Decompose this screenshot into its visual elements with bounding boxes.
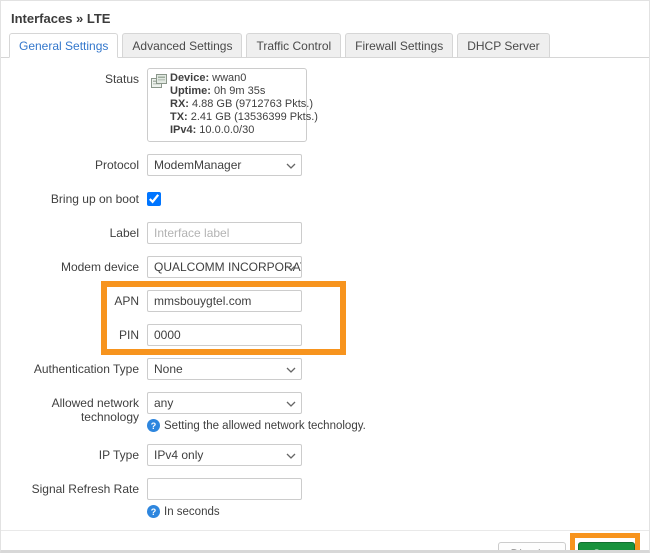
tab-bar: General Settings Advanced Settings Traff… [1,26,649,58]
field-label-pin: PIN [1,324,147,342]
tab-firewall-settings[interactable]: Firewall Settings [345,33,453,58]
form-row-status: Status Device:wwan0 Uptime:0h 9m 35s [1,68,649,142]
field-label-label: Label [1,222,147,240]
ip-type-select-value: IPv4 only [154,448,203,462]
chevron-down-icon [286,401,296,407]
network-technology-select[interactable]: any [147,392,302,414]
page-title: Interfaces » LTE [1,1,649,26]
network-technology-help: ? Setting the allowed network technology… [147,419,366,432]
modal-footer: Dismiss Save [1,530,649,553]
save-button[interactable]: Save [578,542,635,553]
field-label-signal-refresh-rate: Signal Refresh Rate [1,478,147,496]
help-icon: ? [147,505,160,518]
chevron-down-icon [286,453,296,459]
form-row-modem-device: Modem device QUALCOMM INCORPORATE [1,256,649,278]
network-technology-select-value: any [154,396,173,410]
status-line-tx: TX:2.41 GB (13536399 Pkts.) [170,111,318,124]
signal-refresh-rate-help: ? In seconds [147,505,302,518]
authentication-type-select-value: None [154,362,183,376]
save-button-group: Save [578,542,635,553]
general-settings-form: Status Device:wwan0 Uptime:0h 9m 35s [1,58,649,518]
field-label-modem-device: Modem device [1,256,147,274]
field-label-apn: APN [1,290,147,308]
tab-traffic-control[interactable]: Traffic Control [246,33,341,58]
status-lines: Device:wwan0 Uptime:0h 9m 35s RX:4.88 GB… [170,72,318,137]
help-text: Setting the allowed network technology. [164,420,366,432]
protocol-select[interactable]: ModemManager [147,154,302,176]
modem-device-select-value: QUALCOMM INCORPORATE [154,260,302,274]
field-label-bring-up-on-boot: Bring up on boot [1,188,147,206]
field-label-ip-type: IP Type [1,444,147,462]
dismiss-button[interactable]: Dismiss [498,542,566,553]
status-line-uptime: Uptime:0h 9m 35s [170,85,318,98]
interface-status-box: Device:wwan0 Uptime:0h 9m 35s RX:4.88 GB… [147,68,307,142]
field-label-network-technology: Allowed network technology [1,392,147,424]
ip-type-select[interactable]: IPv4 only [147,444,302,466]
bring-up-on-boot-checkbox[interactable] [147,192,161,206]
modem-device-select[interactable]: QUALCOMM INCORPORATE [147,256,302,278]
pin-input[interactable] [147,324,302,346]
signal-refresh-rate-input[interactable] [147,478,302,500]
interface-label-input[interactable] [147,222,302,244]
tab-advanced-settings[interactable]: Advanced Settings [122,33,242,58]
form-row-pin: PIN [1,324,649,346]
interface-settings-modal: Interfaces » LTE General Settings Advanc… [0,0,650,553]
help-text: In seconds [164,506,220,518]
field-label-authentication-type: Authentication Type [1,358,147,376]
tab-dhcp-server[interactable]: DHCP Server [457,33,549,58]
tab-general-settings[interactable]: General Settings [9,33,118,58]
form-row-network-technology: Allowed network technology any ? Setting… [1,392,649,432]
authentication-type-select[interactable]: None [147,358,302,380]
field-label-protocol: Protocol [1,154,147,172]
chevron-down-icon [286,163,296,169]
apn-pin-group: APN PIN [1,290,649,346]
status-line-device: Device:wwan0 [170,72,318,85]
protocol-select-value: ModemManager [154,158,241,172]
form-row-authentication-type: Authentication Type None [1,358,649,380]
status-line-rx: RX:4.88 GB (9712763 Pkts.) [170,98,318,111]
form-row-label: Label [1,222,649,244]
form-row-bring-up-on-boot: Bring up on boot [1,188,649,206]
help-icon: ? [147,419,160,432]
form-row-ip-type: IP Type IPv4 only [1,444,649,466]
form-row-signal-refresh-rate: Signal Refresh Rate ? In seconds [1,478,649,518]
chevron-down-icon [286,265,296,271]
chevron-down-icon [286,367,296,373]
form-row-apn: APN [1,290,649,312]
apn-input[interactable] [147,290,302,312]
field-label-status: Status [1,68,147,86]
form-row-protocol: Protocol ModemManager [1,154,649,176]
ethernet-interface-icon [151,74,167,92]
status-line-ipv4: IPv4:10.0.0.0/30 [170,124,318,137]
